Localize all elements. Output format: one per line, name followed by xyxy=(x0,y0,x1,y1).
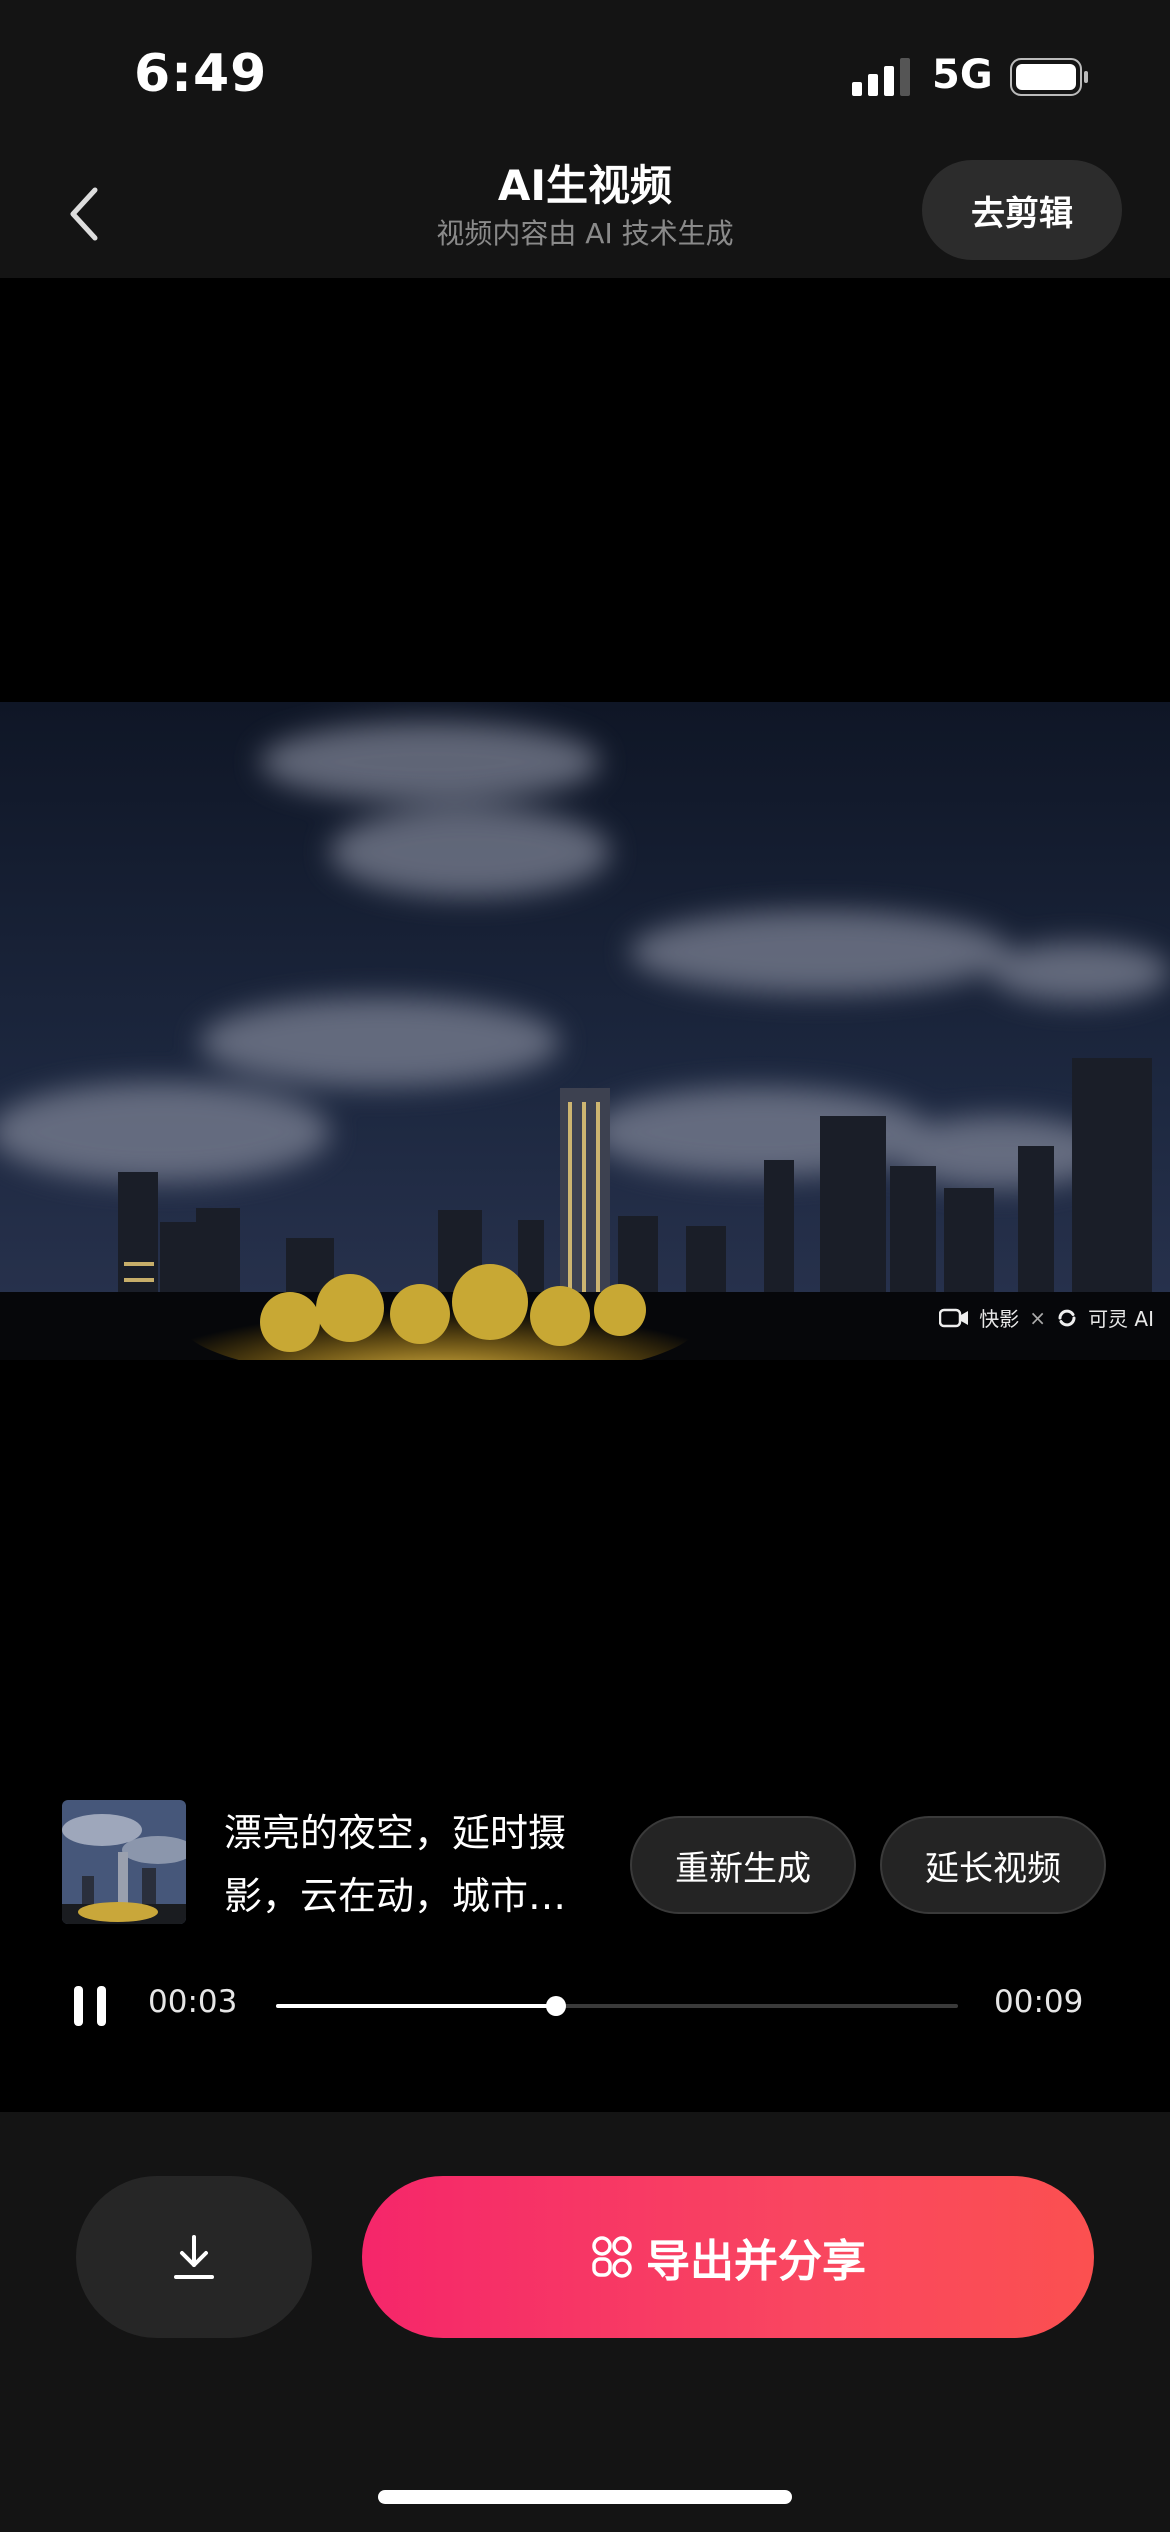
status-time: 6:49 xyxy=(134,44,268,104)
prompt-text: 漂亮的夜空，延时摄影，云在动，城市夜景 xyxy=(224,1811,567,1918)
video-player[interactable]: 快影 × 可灵 AI xyxy=(0,278,1170,1772)
export-label: 导出并分享 xyxy=(646,2236,866,2287)
prompt-row: 漂亮的夜空，延时摄影，云在动，城市夜景 重新生成 延长视频 xyxy=(0,1772,1170,1932)
progress-handle[interactable] xyxy=(545,1996,566,2016)
nav-header: AI生视频 视频内容由 AI 技术生成 去剪辑 xyxy=(0,150,1170,278)
kling-logo-icon xyxy=(1058,1309,1076,1326)
total-time: 00:09 xyxy=(994,1984,1084,2020)
playback-bar: 00:03 00:09 xyxy=(0,1932,1170,2112)
extend-video-button[interactable]: 延长视频 xyxy=(880,1816,1106,1914)
download-button[interactable] xyxy=(76,2176,312,2338)
video-watermark: 快影 × 可灵 AI xyxy=(939,1303,1154,1332)
progress-fill xyxy=(276,2004,556,2008)
watermark-ai: 可灵 AI xyxy=(1088,1307,1154,1331)
regenerate-button[interactable]: 重新生成 xyxy=(630,1816,856,1914)
export-share-button[interactable]: 导出并分享 xyxy=(362,2176,1094,2338)
pause-icon[interactable] xyxy=(70,1984,110,2028)
watermark-app: 快影 xyxy=(979,1307,1020,1331)
current-time: 00:03 xyxy=(148,1984,238,2020)
night-city-scene xyxy=(0,702,1170,1360)
watermark-separator: × xyxy=(1029,1305,1047,1330)
prompt-thumbnail[interactable] xyxy=(62,1800,186,1924)
signal-icon xyxy=(852,58,910,96)
camera-icon xyxy=(939,1308,969,1327)
share-people-icon xyxy=(592,2236,632,2278)
download-icon xyxy=(174,2235,214,2279)
edit-button[interactable]: 去剪辑 xyxy=(922,160,1122,260)
status-bar: 6:49 5G xyxy=(0,0,1170,150)
home-indicator[interactable] xyxy=(378,2490,792,2504)
battery-icon xyxy=(1010,58,1088,96)
video-frame[interactable]: 快影 × 可灵 AI xyxy=(0,702,1170,1360)
bottom-actions: 导出并分享 xyxy=(0,2112,1170,2532)
network-label: 5G xyxy=(932,52,993,98)
progress-slider[interactable] xyxy=(276,1996,958,2016)
